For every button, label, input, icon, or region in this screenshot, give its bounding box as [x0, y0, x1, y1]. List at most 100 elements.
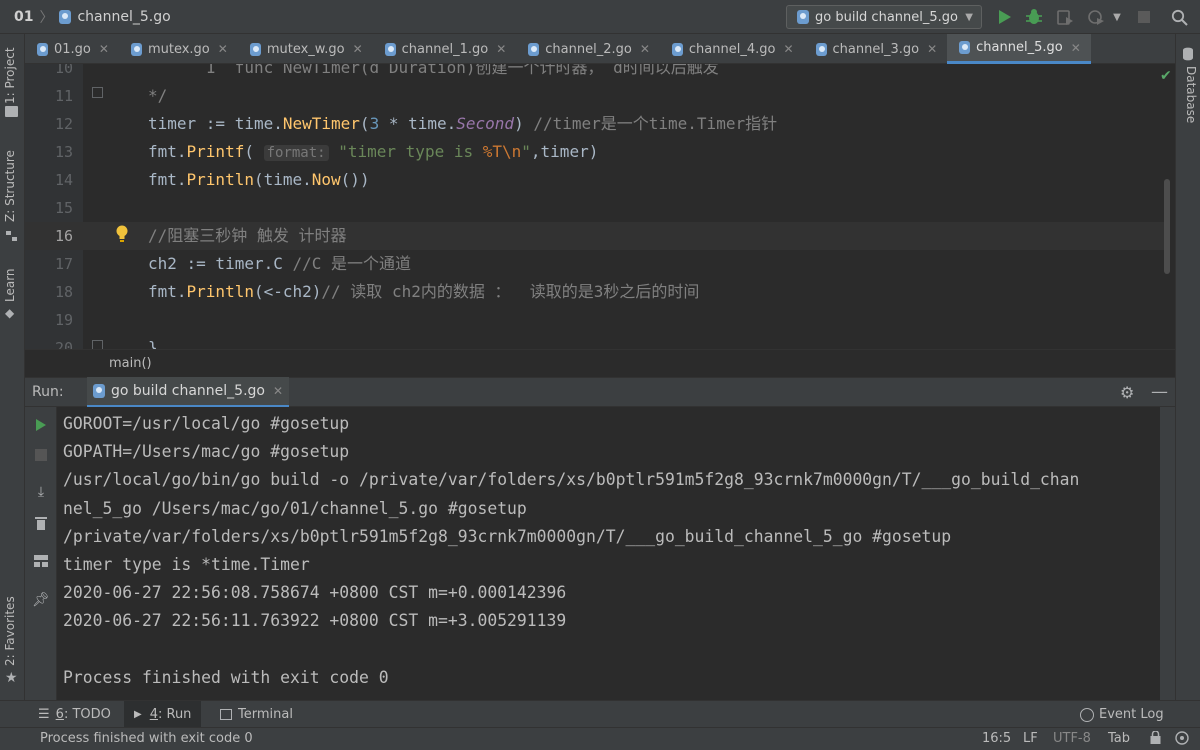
clear-console-button[interactable]: [33, 515, 49, 531]
code-line[interactable]: 20}: [25, 334, 1165, 349]
caret-position[interactable]: 16:5: [982, 731, 1011, 746]
line-number: 13: [54, 143, 73, 161]
code-line[interactable]: 13 fmt.Printf( format: "timer type is %T\…: [25, 138, 1165, 166]
more-run-options[interactable]: ▼: [1108, 8, 1126, 26]
editor-tab[interactable]: mutex_w.go ✕: [238, 34, 373, 64]
editor-tab[interactable]: channel_5.go ✕: [947, 34, 1091, 64]
coverage-button[interactable]: [1056, 8, 1074, 26]
code-token: Second: [456, 114, 515, 133]
inspection-ok-icon[interactable]: ✔: [1160, 68, 1172, 84]
scroll-to-end-button[interactable]: ⤓: [33, 484, 49, 500]
code-text: 1 func NewTimer(d Duration)创建一个计时器， d时间以…: [148, 64, 719, 82]
layout-button[interactable]: [33, 553, 49, 569]
code-token: Println: [186, 282, 254, 301]
rerun-button[interactable]: [33, 417, 49, 433]
editor-tab[interactable]: 01.go ✕: [25, 34, 119, 64]
structure-tool-button[interactable]: Z: Structure: [3, 150, 17, 222]
debug-button[interactable]: [1025, 8, 1043, 26]
code-line[interactable]: 18 fmt.Println(<-ch2)// 读取 ch2内的数据 ： 读取的是…: [25, 278, 1165, 306]
tab-label: 01.go: [54, 41, 91, 57]
code-text: //阻塞三秒钟 触发 计时器: [148, 222, 347, 250]
code-line[interactable]: 19: [25, 306, 1165, 334]
run-button[interactable]: [996, 8, 1014, 26]
close-icon[interactable]: ✕: [927, 42, 937, 56]
editor-tab[interactable]: mutex.go ✕: [119, 34, 238, 64]
run-config-selector[interactable]: go build channel_5.go ▼: [786, 5, 982, 29]
pin-icon: 📌︎: [32, 592, 50, 608]
search-everywhere-button[interactable]: [1170, 8, 1188, 26]
editor-tab[interactable]: channel_3.go ✕: [804, 34, 948, 64]
play-icon: [36, 419, 46, 431]
lightbulb-icon[interactable]: [115, 225, 129, 243]
code-line[interactable]: 15: [25, 194, 1165, 222]
code-line[interactable]: 17 ch2 := timer.C //C 是一个通道: [25, 250, 1165, 278]
go-file-icon: [130, 42, 142, 56]
code-breadcrumb[interactable]: main(): [25, 349, 1175, 377]
pin-tab-button[interactable]: 📌︎: [32, 592, 50, 608]
code-line[interactable]: 11 */: [25, 82, 1165, 110]
editor-tab[interactable]: channel_2.go ✕: [516, 34, 660, 64]
close-icon[interactable]: ✕: [273, 384, 283, 398]
editor-scrollbar[interactable]: [1164, 179, 1170, 274]
console-line: nel_5_go /Users/mac/go/01/channel_5.go #…: [63, 498, 527, 518]
code-line[interactable]: 14 fmt.Println(time.Now()): [25, 166, 1165, 194]
learn-tool-button[interactable]: Learn: [3, 268, 17, 302]
run-tab-label: go build channel_5.go: [111, 383, 265, 399]
breadcrumb-project[interactable]: 01: [14, 9, 33, 25]
close-icon[interactable]: ✕: [218, 42, 228, 56]
go-file-icon: [59, 9, 72, 24]
tab-label: channel_2.go: [545, 41, 632, 57]
go-file-icon: [671, 42, 683, 56]
code-text: }: [148, 334, 158, 349]
line-separator[interactable]: LF: [1023, 731, 1038, 746]
close-icon[interactable]: ✕: [783, 42, 793, 56]
code-line[interactable]: 16 //阻塞三秒钟 触发 计时器: [25, 222, 1165, 250]
code-line[interactable]: 12 timer := time.NewTimer(3 * time.Second…: [25, 110, 1165, 138]
breadcrumb-separator: 〉: [39, 9, 54, 26]
project-tool-button[interactable]: 1: Project: [3, 47, 17, 104]
code-line[interactable]: 10 1 func NewTimer(d Duration)创建一个计时器， d…: [25, 64, 1165, 82]
console-line: 2020-06-27 22:56:08.758674 +0800 CST m=+…: [63, 583, 567, 603]
close-icon[interactable]: ✕: [496, 42, 506, 56]
hide-panel-icon[interactable]: —: [1151, 382, 1168, 402]
favorites-tool-button[interactable]: 2: Favorites: [3, 596, 17, 666]
stop-button[interactable]: [1135, 8, 1153, 26]
editor-tab[interactable]: channel_1.go ✕: [373, 34, 517, 64]
close-icon[interactable]: ✕: [1071, 41, 1081, 55]
learn-icon: ◆: [5, 306, 15, 320]
indent-setting[interactable]: Tab: [1108, 731, 1130, 746]
fold-marker-icon[interactable]: [92, 87, 103, 98]
code-token: (: [359, 114, 370, 133]
code-token: 1 func NewTimer(d Duration)创建一个计时器， d时间以…: [148, 64, 719, 77]
run-tool-button[interactable]: ▶ 4: Run: [124, 701, 202, 728]
inspector-icon[interactable]: [1175, 731, 1190, 750]
code-editor[interactable]: 10 1 func NewTimer(d Duration)创建一个计时器， d…: [25, 64, 1175, 349]
console-scrollbar[interactable]: [1160, 407, 1175, 700]
file-encoding[interactable]: UTF-8: [1053, 731, 1091, 746]
close-icon[interactable]: ✕: [353, 42, 363, 56]
fold-marker-icon[interactable]: [92, 340, 103, 349]
editor-tab[interactable]: channel_4.go ✕: [660, 34, 804, 64]
tab-label: channel_1.go: [401, 41, 489, 57]
run-tab[interactable]: go build channel_5.go ✕: [87, 377, 290, 407]
profile-button[interactable]: [1087, 8, 1105, 26]
close-icon[interactable]: ✕: [640, 42, 650, 56]
code-token: Println: [186, 170, 254, 189]
todo-tool-button[interactable]: ☰ 6: TODO: [38, 701, 111, 728]
console-line: GOROOT=/usr/local/go #gosetup: [63, 414, 350, 433]
event-log-button[interactable]: Event Log: [1080, 701, 1164, 728]
run-console[interactable]: GOROOT=/usr/local/go #gosetup GOPATH=/Use…: [57, 407, 1157, 700]
breadcrumb-file[interactable]: channel_5.go: [77, 9, 170, 25]
list-icon: ☰: [38, 707, 50, 722]
breadcrumb-function[interactable]: main(): [109, 356, 152, 371]
status-message[interactable]: Process finished with exit code 0: [40, 731, 253, 746]
tab-label: channel_3.go: [832, 41, 920, 57]
database-tool-button[interactable]: Database: [1184, 66, 1198, 123]
tab-label: channel_4.go: [688, 41, 776, 57]
gear-icon[interactable]: ⚙: [1120, 383, 1134, 402]
code-token: fmt.: [148, 282, 187, 301]
stop-button[interactable]: [33, 447, 49, 463]
terminal-tool-button[interactable]: Terminal: [220, 701, 293, 728]
lock-icon[interactable]: [1150, 730, 1161, 748]
close-icon[interactable]: ✕: [99, 42, 109, 56]
